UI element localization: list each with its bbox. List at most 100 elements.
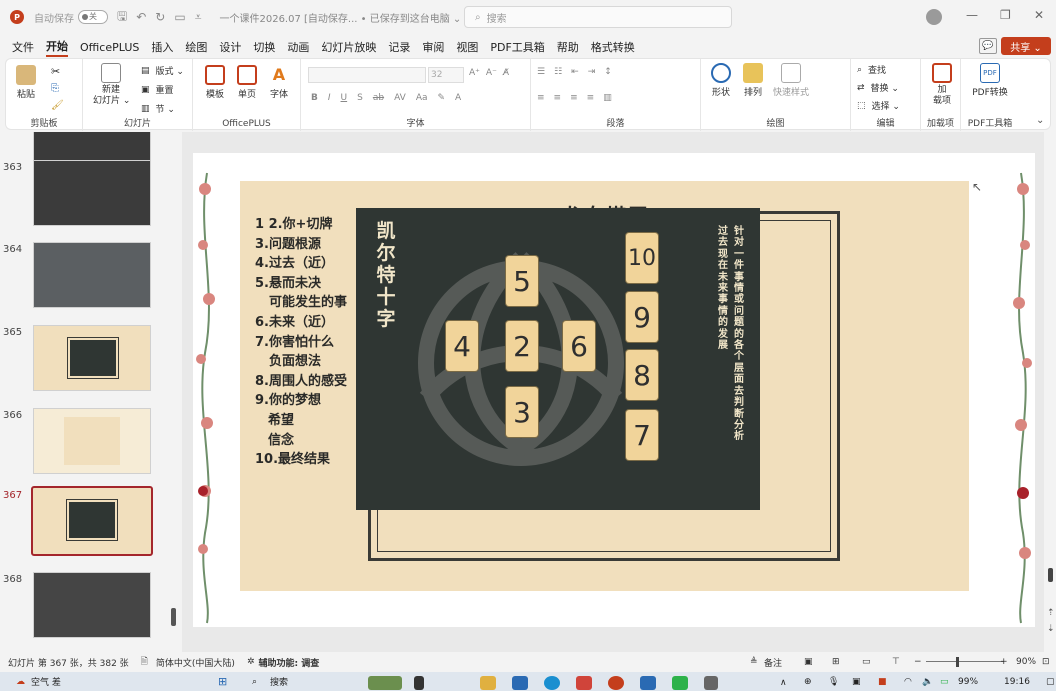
zoom-slider[interactable] bbox=[926, 661, 1004, 662]
taskbar-app-explorer[interactable] bbox=[480, 676, 496, 690]
bullets-icon[interactable]: ☰ bbox=[537, 67, 545, 77]
taskbar-app-taskview[interactable] bbox=[414, 676, 424, 690]
battery-icon[interactable]: ▭ bbox=[940, 677, 949, 687]
collapse-ribbon-icon[interactable]: ⌄ bbox=[1036, 115, 1044, 126]
tarot-card-10[interactable]: 10 bbox=[626, 233, 658, 283]
taskbar-app-blue[interactable] bbox=[640, 676, 656, 690]
tab-5[interactable]: 设计 bbox=[219, 39, 241, 55]
tray-app2-icon[interactable]: ▣ bbox=[852, 677, 861, 687]
zoom-slider-thumb[interactable] bbox=[956, 657, 959, 667]
zoom-out-icon[interactable]: − bbox=[914, 657, 922, 667]
strikethrough-icon[interactable]: ab bbox=[373, 93, 384, 103]
search-input[interactable]: ⌕ 搜索 bbox=[464, 6, 732, 28]
bold-icon[interactable]: B bbox=[311, 93, 318, 103]
autosave-toggle[interactable]: 关 bbox=[78, 10, 108, 24]
clock[interactable]: 19:16 bbox=[1004, 677, 1030, 687]
cut-icon[interactable]: ✂ bbox=[51, 65, 60, 78]
tarot-card-4[interactable]: 4 bbox=[446, 321, 478, 371]
shrink-font-icon[interactable]: A⁻ bbox=[486, 68, 497, 78]
increase-indent-icon[interactable]: ⇥ bbox=[588, 67, 596, 77]
tab-13[interactable]: 帮助 bbox=[557, 39, 579, 55]
avatar[interactable] bbox=[926, 9, 942, 25]
accessibility-status[interactable]: 辅助功能: 调查 bbox=[259, 656, 320, 669]
volume-icon[interactable]: 🔈 bbox=[922, 677, 933, 687]
format-painter-icon[interactable]: 🖌 bbox=[51, 100, 64, 111]
single-page-button[interactable]: 单页 bbox=[233, 65, 261, 100]
present-icon[interactable]: ▭ bbox=[174, 10, 185, 24]
clear-format-icon[interactable]: A̸ bbox=[503, 68, 509, 78]
columns-icon[interactable]: ▥ bbox=[603, 93, 612, 103]
customize-icon[interactable]: ⩡ bbox=[195, 10, 202, 25]
align-right-icon[interactable]: ≡ bbox=[570, 93, 578, 103]
tray-app3-icon[interactable]: ■ bbox=[878, 677, 887, 687]
language-indicator[interactable]: 简体中文(中国大陆) bbox=[156, 656, 235, 669]
template-button[interactable]: 模板 bbox=[201, 65, 229, 100]
zoom-in-icon[interactable]: + bbox=[1000, 657, 1008, 667]
font-color-icon[interactable]: A bbox=[455, 93, 461, 103]
layout-button[interactable]: ▤ 版式 ⌄ bbox=[141, 64, 184, 78]
microphone-icon[interactable]: 🎙 bbox=[828, 677, 839, 687]
pdf-convert-button[interactable]: PDF PDF转换 bbox=[965, 63, 1015, 98]
thumbnail-scrollbar[interactable] bbox=[171, 608, 176, 626]
slide-thumbnail[interactable] bbox=[33, 242, 151, 308]
quick-styles-button[interactable]: 快速样式 bbox=[769, 63, 813, 98]
reset-button[interactable]: ▣ 重置 bbox=[141, 83, 174, 97]
weather-status[interactable]: 空气 差 bbox=[31, 675, 61, 688]
numbering-icon[interactable]: ☷ bbox=[554, 67, 562, 77]
tab-1[interactable]: 开始 bbox=[46, 38, 68, 57]
replace-button[interactable]: ⇄ 替换 ⌄ bbox=[857, 81, 899, 95]
share-button[interactable]: 共享 ⌄ bbox=[1001, 37, 1051, 55]
tab-9[interactable]: 记录 bbox=[388, 39, 410, 55]
tray-app-icon[interactable]: ⊕ bbox=[804, 677, 812, 687]
taskbar-app-gray[interactable] bbox=[704, 676, 718, 690]
arrange-button[interactable]: 排列 bbox=[739, 63, 767, 98]
taskbar-app-edge[interactable] bbox=[544, 676, 560, 690]
current-slide[interactable]: 1 2.你+切牌 3.问题根源 4.过去（近） 5.悬而未决 可能发生的事 6.未来（近）… bbox=[193, 153, 1035, 627]
comments-button[interactable]: 💬 bbox=[979, 38, 997, 54]
new-slide-button[interactable]: 新建 幻灯片 ⌄ bbox=[93, 63, 130, 107]
underline-icon[interactable]: U bbox=[341, 93, 348, 103]
document-title[interactable]: 一个课件2026.07 [自动保存... • 已保存到这台电脑 ⌄ bbox=[219, 10, 461, 25]
undo-icon[interactable]: ↶ bbox=[136, 10, 146, 24]
justify-icon[interactable]: ≡ bbox=[587, 93, 595, 103]
slide-thumbnail[interactable] bbox=[31, 486, 153, 556]
tab-2[interactable]: OfficePLUS bbox=[80, 41, 139, 54]
slide-scrollbar[interactable] bbox=[1048, 568, 1053, 582]
italic-icon[interactable]: I bbox=[328, 93, 331, 103]
taskbar-app-red[interactable] bbox=[576, 676, 592, 690]
tarot-card-6[interactable]: 6 bbox=[563, 321, 595, 371]
highlight-icon[interactable]: ✎ bbox=[438, 93, 446, 103]
tab-14[interactable]: 格式转换 bbox=[591, 39, 635, 55]
tab-3[interactable]: 插入 bbox=[151, 39, 173, 55]
section-button[interactable]: ▥ 节 ⌄ bbox=[141, 102, 175, 116]
redo-icon[interactable]: ↻ bbox=[155, 10, 165, 24]
tab-7[interactable]: 动画 bbox=[287, 39, 309, 55]
taskbar-app-store[interactable] bbox=[512, 676, 528, 690]
shapes-button[interactable]: 形状 bbox=[707, 63, 735, 98]
tab-12[interactable]: PDF工具箱 bbox=[490, 39, 544, 55]
taskbar-app-widget[interactable] bbox=[368, 676, 402, 690]
notes-button[interactable]: 备注 bbox=[764, 656, 782, 669]
slide-thumbnail[interactable] bbox=[33, 572, 151, 638]
decrease-indent-icon[interactable]: ⇤ bbox=[571, 67, 579, 77]
tarot-card-9[interactable]: 9 bbox=[626, 292, 658, 342]
tarot-card-8[interactable]: 8 bbox=[626, 350, 658, 400]
slide-thumbnail[interactable] bbox=[33, 160, 151, 226]
tab-10[interactable]: 审阅 bbox=[422, 39, 444, 55]
save-icon[interactable]: 🖫 bbox=[117, 7, 127, 28]
find-button[interactable]: ⌕ 查找 bbox=[857, 63, 886, 77]
slideshow-icon[interactable]: ⊤ bbox=[892, 657, 900, 667]
copy-icon[interactable]: ⎘ bbox=[51, 83, 59, 94]
case-icon[interactable]: Aa bbox=[416, 93, 428, 103]
minimize-button[interactable]: — bbox=[966, 8, 978, 22]
fit-slide-icon[interactable]: ⊡ bbox=[1042, 657, 1050, 667]
tab-11[interactable]: 视图 bbox=[456, 39, 478, 55]
tab-6[interactable]: 切换 bbox=[253, 39, 275, 55]
zoom-in-scroll-icon[interactable]: ⇡ bbox=[1047, 608, 1055, 618]
close-button[interactable]: ✕ bbox=[1034, 8, 1044, 22]
font-button[interactable]: A 字体 bbox=[265, 65, 293, 100]
taskbar-app-wechat[interactable] bbox=[672, 676, 688, 690]
font-family-select[interactable] bbox=[308, 67, 426, 83]
tray-chevron-icon[interactable]: ∧ bbox=[780, 678, 787, 688]
tarot-card-2[interactable]: 2 bbox=[506, 321, 538, 371]
